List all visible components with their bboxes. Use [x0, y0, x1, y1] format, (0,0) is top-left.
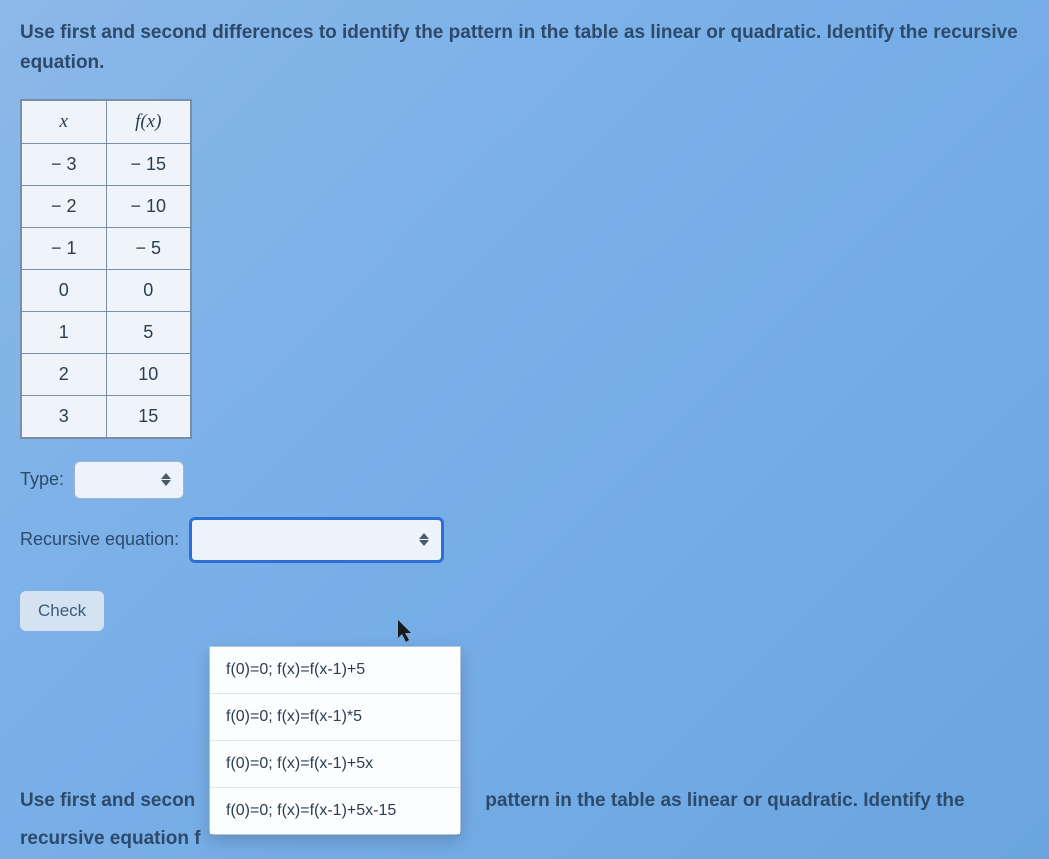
- question-prompt: Use first and second differences to iden…: [20, 18, 1029, 79]
- function-table: x f(x) − 3− 15 − 2− 10 − 1− 5 00 15 210 …: [20, 99, 192, 439]
- header-x: x: [21, 100, 106, 144]
- check-button[interactable]: Check: [20, 591, 104, 631]
- recursive-label: Recursive equation:: [20, 529, 179, 550]
- stepper-icon: [419, 533, 429, 546]
- table-row: − 3− 15: [21, 143, 191, 185]
- dropdown-option[interactable]: f(0)=0; f(x)=f(x-1)+5x: [210, 741, 460, 788]
- recursive-select[interactable]: [189, 517, 444, 563]
- table-header-row: x f(x): [21, 100, 191, 144]
- stepper-icon: [161, 473, 171, 486]
- type-row: Type:: [20, 461, 1029, 499]
- table-row: − 1− 5: [21, 227, 191, 269]
- table-row: 15: [21, 311, 191, 353]
- next-question-prompt: Use first and secon pattern in the table…: [20, 785, 1039, 856]
- table-row: 00: [21, 269, 191, 311]
- prompt-fragment-right: pattern in the table as linear or quadra…: [485, 785, 964, 817]
- table-row: − 2− 10: [21, 185, 191, 227]
- question-block: Use first and second differences to iden…: [0, 0, 1049, 649]
- dropdown-option[interactable]: f(0)=0; f(x)=f(x-1)*5: [210, 694, 460, 741]
- recursive-row: Recursive equation:: [20, 517, 1029, 563]
- type-label: Type:: [20, 469, 64, 490]
- type-select[interactable]: [74, 461, 184, 499]
- table-row: 210: [21, 353, 191, 395]
- prompt-fragment-left: Use first and secon: [20, 785, 210, 817]
- dropdown-option[interactable]: f(0)=0; f(x)=f(x-1)+5: [210, 647, 460, 694]
- table-row: 315: [21, 395, 191, 438]
- prompt-fragment-line2: recursive equation f: [20, 823, 1039, 855]
- header-fx: f(x): [106, 100, 191, 144]
